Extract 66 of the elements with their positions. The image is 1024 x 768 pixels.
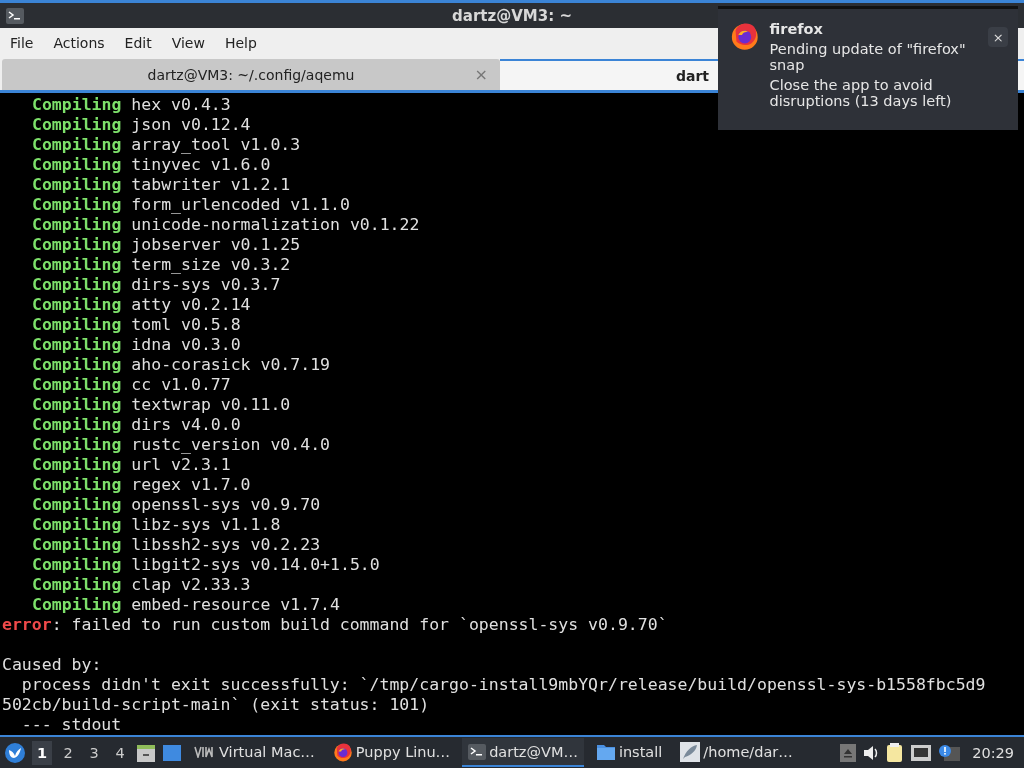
start-menu-icon[interactable]: [4, 741, 26, 764]
terminal-app-icon: [6, 7, 24, 24]
output-line: 502cb/build-script-main` (exit status: 101): [2, 695, 430, 715]
window-icon[interactable]: [162, 743, 182, 762]
output-line: Compiling json v0.12.4: [31, 115, 251, 135]
output-line: Compiling libssh2-sys v0.2.23: [31, 535, 321, 555]
notification-title: firefox: [769, 21, 824, 37]
menu-item[interactable]: Actions: [47, 34, 111, 51]
eject-icon[interactable]: [840, 743, 857, 762]
taskbar-task[interactable]: /home/dar…: [674, 738, 799, 767]
menu-item[interactable]: Edit: [118, 34, 158, 51]
feather-icon: [680, 741, 701, 762]
output-line: Compiling jobserver v0.1.25: [31, 235, 301, 255]
alert-icon[interactable]: [938, 743, 961, 762]
output-line: Compiling regex v1.7.0: [31, 475, 251, 495]
taskbar-task[interactable]: install: [589, 738, 669, 767]
output-line: Compiling aho-corasick v0.7.19: [31, 355, 331, 375]
terminal-icon: [468, 743, 487, 760]
output-line: Compiling url v2.3.1: [31, 455, 231, 475]
workspace-button[interactable]: 2: [58, 740, 78, 765]
output-line: Compiling libgit2-sys v0.14.0+1.5.0: [31, 555, 380, 575]
output-line: Compiling openssl-sys v0.9.70: [31, 495, 321, 515]
output-line: Compiling term_size v0.3.2: [31, 255, 291, 275]
output-line: Compiling array_tool v1.0.3: [31, 135, 301, 155]
clock[interactable]: 20:29: [972, 744, 1014, 761]
vm-logo-icon: [194, 745, 216, 758]
output-line: Compiling textwrap v0.11.0: [31, 395, 291, 415]
output-line: Compiling unicode-normalization v0.1.22: [31, 215, 420, 235]
browser-icon: [332, 741, 353, 762]
output-line: Compiling hex v0.4.3: [31, 95, 231, 115]
output-line: Compiling form_urlencoded v1.1.0: [31, 195, 350, 215]
output-line: Compiling embed-resource v1.7.4: [31, 595, 340, 615]
menu-item[interactable]: File: [4, 34, 40, 51]
terminal-tab[interactable]: dartz@VM3: ~/.config/aqemu ×: [2, 59, 500, 90]
output-line: Compiling toml v0.5.8: [31, 315, 241, 335]
output-line: process didn't exit successfully: `/tmp/cargo-install9mbYQr/release/build/openssl-sys-b1558fbc5d9: [20, 675, 986, 695]
clipboard-icon[interactable]: [886, 742, 905, 763]
browser-icon: [730, 21, 760, 51]
window-title: dartz@VM3: ~: [452, 6, 572, 25]
workspace-button[interactable]: 4: [110, 740, 130, 765]
output-line: Compiling tabwriter v1.2.1: [31, 175, 291, 195]
output-line: Caused by:: [2, 655, 102, 675]
taskbar-task[interactable]: Virtual Mac…: [188, 738, 321, 767]
workspace-button[interactable]: 3: [84, 740, 104, 765]
error-line: error: failed to run custom build command for `openssl-sys v0.9.70`: [2, 615, 668, 635]
output-line: Compiling cc v1.0.77: [31, 375, 231, 395]
network-icon[interactable]: [910, 743, 933, 762]
output-line: Compiling libz-sys v1.1.8: [31, 515, 281, 535]
taskbar-task[interactable]: Puppy Linu…: [326, 738, 457, 767]
output-line: Compiling dirs v4.0.0: [31, 415, 241, 435]
folder-icon: [595, 742, 616, 761]
taskbar-task[interactable]: dartz@VM…: [462, 738, 584, 767]
menu-item[interactable]: View: [165, 34, 211, 51]
output-line: Compiling tinyvec v1.6.0: [31, 155, 271, 175]
notification-message: Pending update of "firefox" snap: [769, 41, 967, 73]
menu-item[interactable]: Help: [218, 34, 263, 51]
output-line: --- stdout: [20, 715, 122, 735]
notification-message: Close the app to avoid disruptions (13 days left): [769, 77, 953, 109]
output-line: Compiling dirs-sys v0.3.7: [31, 275, 281, 295]
workspace-button[interactable]: 1: [32, 740, 52, 765]
close-button[interactable]: ×: [988, 27, 1008, 47]
output-line: Compiling atty v0.2.14: [31, 295, 251, 315]
file-cabinet-icon[interactable]: [136, 742, 156, 763]
output-line: Compiling rustc_version v0.4.0: [31, 435, 331, 455]
output-line: Compiling clap v2.33.3: [31, 575, 251, 595]
output-line: Compiling idna v0.3.0: [31, 335, 241, 355]
